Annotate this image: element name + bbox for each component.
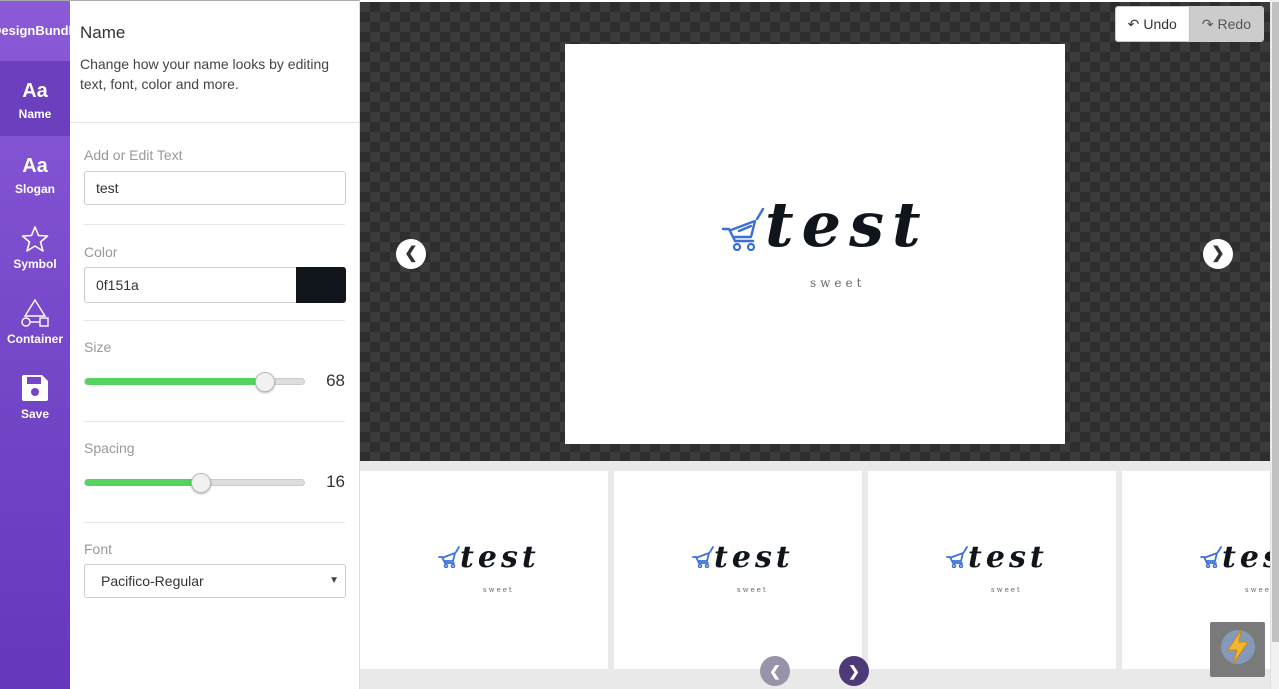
spacing-slider-fill — [85, 478, 202, 486]
sidebar-item-symbol[interactable]: Symbol — [0, 211, 70, 286]
shopping-cart-icon — [1200, 546, 1222, 573]
color-label: Color — [84, 244, 118, 260]
shopping-cart-icon — [721, 207, 765, 256]
thumbnails-prev-button[interactable]: ❮ — [760, 656, 790, 686]
size-value: 68 — [326, 371, 345, 390]
undo-icon: ↶ — [1127, 16, 1140, 32]
prev-design-button[interactable]: ❮ — [396, 239, 426, 269]
thumbnail-name: test — [968, 540, 1048, 575]
next-design-button[interactable]: ❯ — [1203, 239, 1233, 269]
undo-button[interactable]: ↶ Undo — [1115, 7, 1189, 41]
font-label: Font — [84, 541, 113, 557]
size-slider-row: 68 — [84, 366, 345, 396]
redo-icon: ↷ — [1201, 16, 1214, 32]
size-slider-fill — [85, 377, 265, 385]
thumbnail-card[interactable]: test sweet — [868, 471, 1116, 669]
icon-sidebar: DesignBundl Aa Name Aa Slogan Symbol Con… — [0, 0, 70, 689]
spacing-label: Spacing — [84, 440, 135, 456]
spacing-section: Spacing 16 — [84, 422, 345, 523]
shopping-cart-icon — [438, 546, 460, 573]
thumbnail-slogan: sweet — [1245, 586, 1270, 594]
sidebar-item-container[interactable]: Container — [0, 286, 70, 361]
scrollbar-thumb[interactable] — [1272, 2, 1279, 642]
logo-slogan-text: sweet — [810, 276, 866, 290]
panel-header: Name Change how your name looks by editi… — [70, 1, 359, 123]
sidebar-item-label: Container — [6, 331, 63, 346]
history-toolbar: ↶ Undo ↷ Redo — [1114, 6, 1264, 42]
spacing-slider[interactable] — [84, 472, 306, 493]
design-thumbnails: test sweet test sweet test sweet test sw… — [360, 461, 1270, 689]
logo-preview: test — [721, 194, 929, 256]
text-label: Add or Edit Text — [84, 147, 183, 163]
star-icon — [20, 225, 50, 253]
color-hex-input[interactable] — [84, 267, 296, 303]
spacing-slider-row: 16 — [84, 467, 345, 497]
font-select[interactable]: Pacifico-Regular ▼ — [84, 564, 346, 598]
thumbnail-logo: test — [692, 543, 794, 573]
spacing-value: 16 — [326, 472, 345, 491]
logo-name-text: test — [765, 188, 929, 261]
thumbnail-slogan: sweet — [483, 586, 514, 594]
thumbnail-logo: test — [438, 543, 540, 573]
panel-description: Change how your name looks by editing te… — [80, 56, 330, 92]
size-section: Size 68 — [84, 321, 345, 422]
color-swatch[interactable] — [296, 267, 346, 303]
sidebar-item-save[interactable]: Save — [0, 361, 70, 436]
sidebar-item-label: Symbol — [13, 256, 57, 271]
thumbnails-next-button[interactable]: ❯ — [839, 656, 869, 686]
redo-button[interactable]: ↷ Redo — [1188, 7, 1263, 41]
thumbnail-slogan: sweet — [991, 586, 1022, 594]
shopping-cart-icon — [692, 546, 714, 573]
text-section: Add or Edit Text — [84, 123, 346, 225]
thumbnail-name: test — [1222, 540, 1270, 575]
thumbnail-logo: test — [1200, 543, 1270, 573]
thumbnail-logo: test — [946, 543, 1048, 573]
text-input[interactable] — [84, 171, 346, 205]
sidebar-item-label: Save — [20, 406, 50, 421]
thumbnail-card[interactable]: test sweet — [360, 471, 608, 669]
color-section: Color — [84, 225, 346, 321]
size-label: Size — [84, 339, 112, 355]
size-slider[interactable] — [84, 371, 306, 392]
size-slider-handle[interactable] — [254, 371, 275, 392]
canvas-stage: ↶ Undo ↷ Redo ❮ ❯ test sweet — [360, 2, 1270, 461]
thumbnail-name: test — [460, 540, 540, 575]
sidebar-item-label: Slogan — [14, 181, 55, 196]
redo-label: Redo — [1217, 16, 1251, 32]
color-picker — [84, 267, 346, 303]
lightning-helper-button[interactable] — [1210, 622, 1265, 677]
spacing-slider-handle[interactable] — [191, 472, 212, 493]
settings-panel: Name Change how your name looks by editi… — [70, 0, 360, 689]
sidebar-item-name[interactable]: Aa Name — [0, 61, 70, 136]
logo-artboard[interactable]: test sweet — [565, 44, 1065, 444]
undo-label: Undo — [1143, 16, 1177, 32]
page-scrollbar[interactable] — [1270, 0, 1279, 689]
chevron-down-icon: ▼ — [329, 575, 339, 586]
text-icon: Aa — [22, 79, 48, 102]
shopping-cart-icon — [946, 546, 968, 573]
save-icon — [20, 374, 50, 403]
sidebar-item-label: Name — [18, 106, 52, 121]
panel-title: Name — [80, 23, 126, 42]
thumbnail-name: test — [714, 540, 794, 575]
shapes-icon — [19, 298, 51, 328]
thumbnail-card[interactable]: test sweet — [614, 471, 862, 669]
thumbnail-slogan: sweet — [737, 586, 768, 594]
brand-logo[interactable]: DesignBundl — [0, 1, 70, 61]
font-select-value: Pacifico-Regular — [101, 573, 204, 589]
lightning-icon — [1218, 627, 1258, 672]
font-section: Font Pacifico-Regular ▼ — [84, 523, 346, 598]
text-icon: Aa — [22, 154, 48, 177]
sidebar-item-slogan[interactable]: Aa Slogan — [0, 136, 70, 211]
